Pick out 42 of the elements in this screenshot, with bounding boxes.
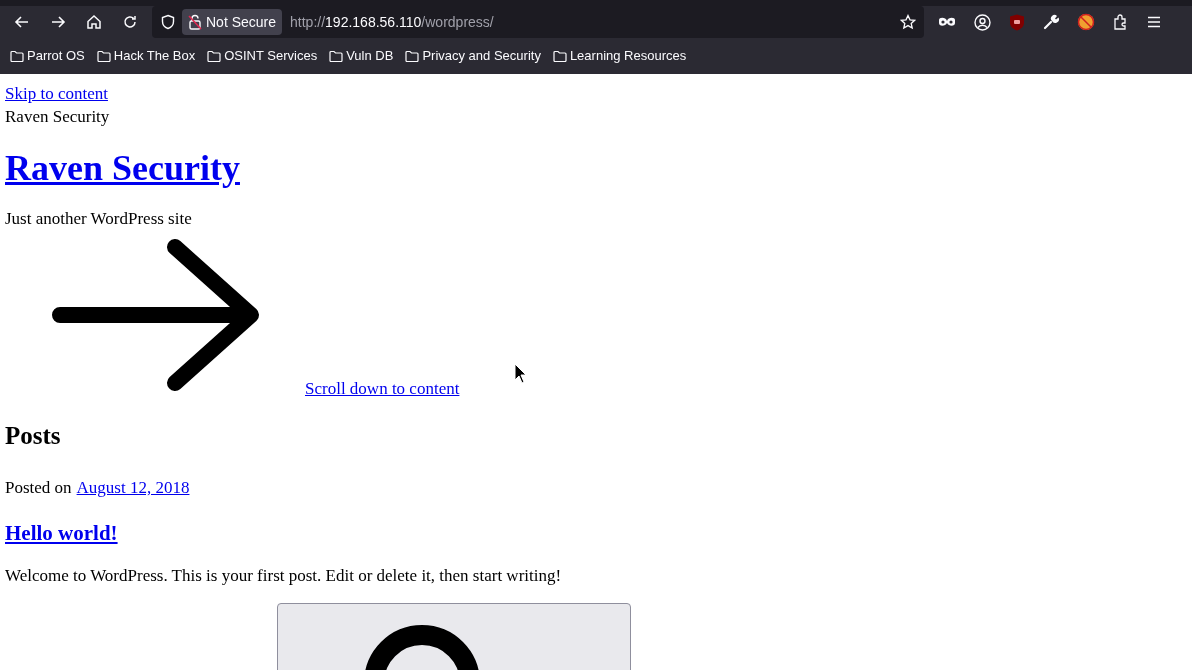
mouse-cursor-icon bbox=[514, 363, 528, 384]
folder-icon bbox=[96, 50, 111, 62]
site-title-link[interactable]: Raven Security bbox=[5, 148, 240, 188]
section-heading: Posts bbox=[5, 421, 62, 451]
bookmark-item[interactable]: OSINT Services bbox=[207, 46, 318, 66]
address-bar[interactable]: Not Secure http://192.168.56.110/wordpress/ bbox=[152, 6, 924, 38]
folder-icon bbox=[10, 50, 24, 62]
bookmark-star-icon[interactable] bbox=[900, 14, 916, 30]
blocked-extension-icon[interactable] bbox=[1077, 13, 1095, 31]
tagline: Just another WordPress site bbox=[5, 208, 193, 230]
back-icon bbox=[14, 14, 30, 30]
bookmark-item[interactable]: Privacy and Security bbox=[405, 46, 541, 66]
scroll-down-link[interactable]: Scroll down to content bbox=[305, 379, 460, 399]
folder-icon bbox=[552, 50, 567, 62]
bookmark-item[interactable]: Hack The Box bbox=[96, 46, 196, 66]
mask-icon[interactable] bbox=[938, 16, 956, 28]
posted-on-label: Posted on bbox=[5, 477, 72, 499]
shield-icon[interactable] bbox=[160, 14, 176, 30]
search-button[interactable] bbox=[277, 603, 631, 670]
reload-icon bbox=[122, 14, 138, 30]
skip-link[interactable]: Skip to content bbox=[5, 84, 108, 104]
folder-icon bbox=[405, 50, 420, 62]
extensions-icon[interactable] bbox=[1113, 14, 1129, 30]
account-icon[interactable] bbox=[974, 13, 991, 31]
broken-lock-icon bbox=[188, 14, 202, 30]
site-name: Raven Security bbox=[5, 106, 111, 128]
wrench-icon[interactable] bbox=[1043, 14, 1059, 30]
bookmark-item[interactable]: Vuln DB bbox=[329, 46, 394, 66]
folder-icon bbox=[329, 50, 344, 62]
folder-icon bbox=[207, 50, 222, 62]
menu-icon[interactable] bbox=[1147, 16, 1161, 28]
post-date-link[interactable]: August 12, 2018 bbox=[76, 477, 190, 499]
security-label: Not Secure bbox=[206, 12, 277, 32]
security-badge[interactable]: Not Secure bbox=[182, 9, 283, 35]
url-text: http://192.168.56.110/wordpress/ bbox=[290, 12, 494, 32]
forward-icon bbox=[50, 14, 66, 30]
post-title-link[interactable]: Hello world! bbox=[5, 521, 118, 545]
post-excerpt: Welcome to WordPress. This is your first post. Edit or delete it, then start writing! bbox=[5, 565, 563, 587]
bookmark-item[interactable]: Learning Resources bbox=[552, 46, 687, 66]
bookmark-item[interactable]: Parrot OS bbox=[10, 46, 85, 66]
home-icon bbox=[86, 14, 102, 30]
shield-extension-icon[interactable] bbox=[1009, 13, 1025, 31]
